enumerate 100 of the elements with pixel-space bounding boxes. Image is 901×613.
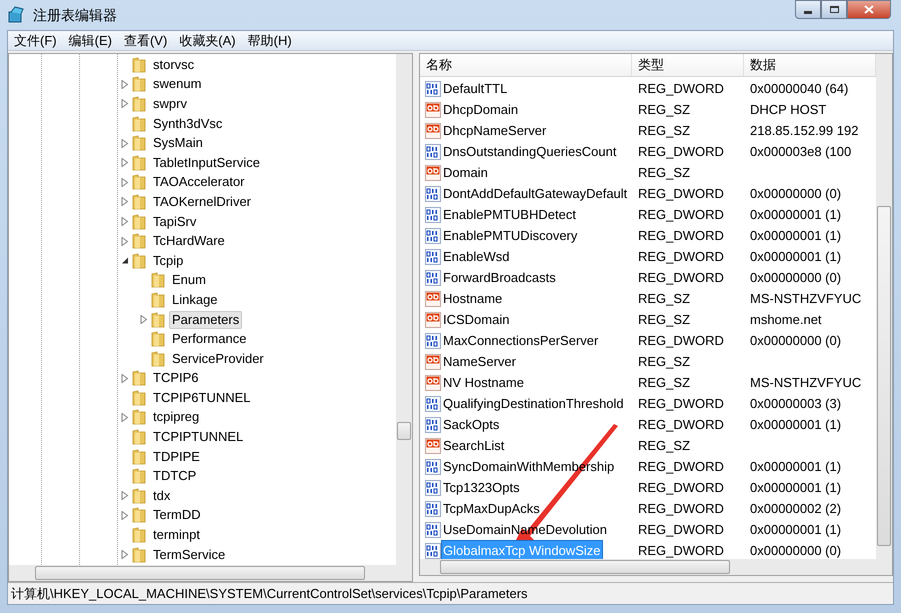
vertical-scrollbar[interactable] [876, 54, 892, 559]
string-value-icon [425, 290, 441, 306]
menu-item[interactable]: 帮助(H) [242, 30, 298, 50]
table-row[interactable]: DhcpDomain REG_SZ DHCP HOST [420, 99, 876, 120]
tree-item[interactable]: TCPIP6TUNNEL [150, 388, 254, 407]
tree-item[interactable]: TabletInputService [150, 154, 263, 172]
tree-item[interactable]: SysMain [150, 134, 206, 152]
expand-arrow-icon[interactable] [121, 178, 129, 187]
value-type: REG_DWORD [638, 332, 724, 348]
expand-arrow-icon[interactable] [121, 550, 129, 560]
value-type: REG_SZ [638, 374, 690, 390]
tree-item[interactable]: storvsc [150, 56, 198, 74]
tree-item[interactable]: Synth3dVsc [150, 114, 226, 133]
tree-item[interactable]: TapiSrv [150, 212, 200, 231]
binary-value-icon [425, 248, 441, 264]
minimize-button[interactable] [795, 0, 821, 19]
tree-item[interactable]: swenum [150, 75, 204, 94]
tree-item[interactable]: TDPIPE [150, 448, 203, 466]
value-name: EnablePMTUDiscovery [442, 226, 578, 245]
binary-value-icon [425, 500, 441, 516]
horizontal-scrollbar[interactable] [420, 559, 892, 575]
tree-item[interactable]: TAOKernelDriver [150, 192, 254, 211]
tree-item[interactable]: Performance [169, 330, 250, 348]
table-row[interactable]: EnableWsd REG_DWORD 0x00000001 (1) [420, 246, 876, 267]
table-row[interactable]: ForwardBroadcasts REG_DWORD 0x00000000 (0) [420, 267, 876, 288]
column-header[interactable]: 类型 [632, 54, 744, 76]
folder-icon [132, 154, 146, 171]
table-row[interactable]: DontAddDefaultGatewayDefault REG_DWORD 0x00000000 (0) [420, 183, 876, 204]
expand-arrow-icon[interactable] [121, 236, 129, 246]
table-row[interactable]: SackOpts REG_DWORD 0x00000001 (1) [420, 414, 876, 435]
tree-item[interactable]: ServiceProvider [169, 350, 267, 368]
menu-item[interactable]: 文件(F) [8, 30, 63, 50]
expand-arrow-icon[interactable] [121, 138, 129, 148]
tree-item[interactable]: TcHardWare [150, 232, 228, 250]
table-row[interactable]: EnablePMTUBHDetect REG_DWORD 0x00000001 (1) [420, 204, 876, 225]
expand-arrow-icon[interactable] [121, 374, 129, 383]
value-name: QualifyingDestinationThreshold [442, 394, 625, 413]
folder-icon [132, 448, 146, 465]
string-value-icon [425, 438, 441, 454]
string-value-icon [425, 122, 441, 138]
table-row[interactable]: SearchList REG_SZ [420, 435, 876, 456]
table-row[interactable]: Tcp1323Opts REG_DWORD 0x00000001 (1) [420, 477, 876, 498]
tree-item[interactable]: Enum [169, 271, 209, 290]
table-row[interactable]: Hostname REG_SZ MS-NSTHZVFYUC [420, 288, 876, 309]
expand-arrow-icon[interactable] [121, 217, 129, 226]
folder-icon [132, 174, 146, 190]
expand-arrow-icon[interactable] [121, 158, 129, 168]
tree-item[interactable]: TermDD [150, 506, 204, 524]
maximize-button[interactable] [821, 0, 847, 19]
table-row[interactable]: DefaultTTL REG_DWORD 0x00000040 (64) [420, 78, 876, 99]
table-row[interactable]: DhcpNameServer REG_SZ 218.85.152.99 192 [420, 120, 876, 141]
tree-item[interactable]: tdx [150, 486, 174, 505]
value-type: REG_SZ [638, 312, 690, 327]
tree-item[interactable]: TDTCP [150, 467, 200, 486]
tree-item[interactable]: Tcpip [150, 252, 186, 270]
table-row[interactable]: EnablePMTUDiscovery REG_DWORD 0x00000001 (1) [420, 225, 876, 246]
tree-item[interactable]: Parameters [169, 310, 242, 329]
table-row[interactable]: ICSDomain REG_SZ mshome.net [420, 309, 876, 330]
tree-item[interactable]: TAOAccelerator [150, 173, 248, 192]
vertical-scrollbar[interactable] [396, 54, 412, 565]
tree-item[interactable]: tcpipreg [150, 408, 202, 426]
table-row[interactable]: QualifyingDestinationThreshold REG_DWORD 0x00000003 (3) [420, 393, 876, 414]
table-row[interactable]: TcpMaxDupAcks REG_DWORD 0x00000002 (2) [420, 498, 876, 519]
horizontal-scrollbar[interactable] [9, 565, 412, 581]
expand-arrow-icon[interactable] [140, 315, 148, 324]
expand-arrow-icon[interactable] [121, 99, 129, 108]
expand-arrow-icon[interactable] [121, 510, 129, 520]
value-name: ICSDomain [442, 310, 510, 329]
tree-item[interactable]: Linkage [169, 290, 221, 309]
table-row[interactable]: NV Hostname REG_SZ MS-NSTHZVFYUC [420, 372, 876, 393]
expand-arrow-icon[interactable] [121, 80, 129, 89]
menu-item[interactable]: 编辑(E) [62, 30, 118, 50]
binary-value-icon [425, 480, 441, 496]
folder-icon [132, 214, 146, 230]
tree-item[interactable]: terminpt [150, 526, 203, 544]
binary-value-icon [425, 416, 441, 432]
folder-icon [132, 194, 146, 210]
expand-arrow-icon[interactable] [121, 197, 129, 206]
menu-item[interactable]: 收藏夹(A) [173, 30, 242, 50]
value-name: EnablePMTUBHDetect [442, 206, 577, 224]
menu-item[interactable]: 查看(V) [118, 30, 174, 50]
binary-value-icon [425, 270, 441, 286]
table-row[interactable]: DnsOutstandingQueriesCount REG_DWORD 0x000003e8 (100 [420, 141, 876, 162]
value-data: 0x00000001 (1) [750, 480, 842, 495]
binary-value-icon [425, 458, 441, 474]
table-row[interactable]: MaxConnectionsPerServer REG_DWORD 0x00000000 (0) [420, 330, 876, 351]
table-row[interactable]: NameServer REG_SZ [420, 351, 876, 372]
tree-item[interactable]: TCPIPTUNNEL [150, 428, 246, 446]
column-header[interactable]: 名称 [420, 54, 632, 76]
value-type: REG_SZ [638, 102, 690, 117]
tree-item[interactable]: TCPIP6 [150, 369, 202, 388]
collapse-arrow-icon[interactable] [121, 256, 129, 266]
expand-arrow-icon[interactable] [121, 491, 129, 500]
tree-item[interactable]: swprv [150, 94, 190, 113]
tree-item[interactable]: TermService [150, 546, 228, 564]
value-name: DontAddDefaultGatewayDefault [442, 184, 628, 203]
folder-icon [132, 390, 146, 406]
close-button[interactable] [847, 0, 891, 19]
expand-arrow-icon[interactable] [121, 412, 129, 422]
table-row[interactable]: Domain REG_SZ [420, 162, 876, 183]
